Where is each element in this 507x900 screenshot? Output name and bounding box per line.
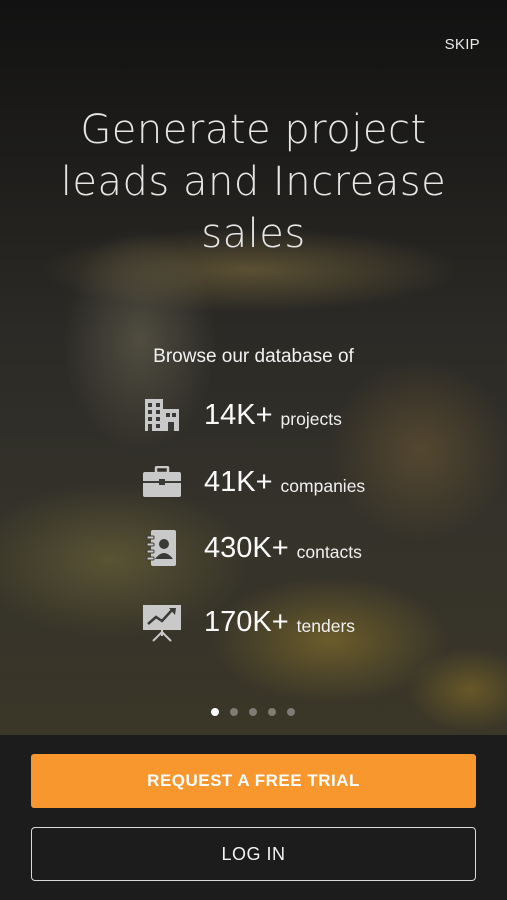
stat-tenders: 170K+ tenders [140, 600, 355, 644]
presentation-chart-icon [140, 600, 184, 644]
page-dot[interactable] [268, 708, 276, 716]
headline: Generate project leads and Increase sale… [40, 104, 467, 260]
page-indicator [211, 708, 306, 716]
headline-line: Generate project [80, 107, 427, 153]
briefcase-icon [140, 460, 184, 504]
log-in-button[interactable]: LOG IN [31, 827, 476, 881]
page-dot-active[interactable] [211, 708, 219, 716]
stat-label: projects [280, 408, 342, 429]
stat-label: companies [280, 475, 366, 496]
browse-caption: Browse our database of [153, 346, 354, 367]
stat-contacts: 430K+ contacts [140, 526, 362, 570]
headline-line: sales [201, 211, 306, 257]
stat-label: tenders [296, 615, 356, 636]
request-free-trial-button[interactable]: REQUEST A FREE TRIAL [31, 754, 476, 808]
stat-value: 41K+ [204, 465, 273, 498]
stat-label: contacts [296, 541, 362, 562]
page-dot[interactable] [230, 708, 238, 716]
stat-value: 14K+ [204, 398, 273, 431]
stat-companies: 41K+ companies [140, 460, 365, 504]
stat-projects: 14K+ projects [140, 393, 342, 437]
stat-value: 170K+ [204, 605, 289, 638]
headline-line: leads and Increase [60, 159, 447, 205]
skip-button[interactable]: SKIP [445, 36, 480, 53]
contact-book-icon [140, 526, 184, 570]
page-dot[interactable] [287, 708, 295, 716]
page-dot[interactable] [249, 708, 257, 716]
stat-value: 430K+ [204, 531, 289, 564]
building-icon [140, 393, 184, 437]
